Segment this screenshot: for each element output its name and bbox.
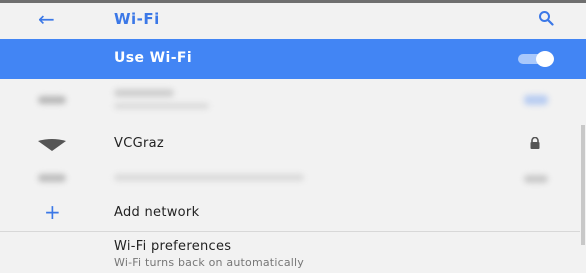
use-wifi-label: Use Wi-Fi [114, 50, 193, 66]
redacted-icon [524, 175, 548, 183]
redacted-network-row[interactable] [0, 163, 580, 199]
network-name: VCGraz [114, 136, 164, 151]
search-icon[interactable] [538, 10, 554, 30]
use-wifi-switch[interactable] [518, 51, 562, 67]
arrow-left-icon[interactable]: ← [38, 7, 55, 31]
redacted-text [114, 103, 209, 109]
wifi-signal-icon [38, 174, 66, 182]
wifi-preferences-subtitle: Wi-Fi turns back on automatically [114, 256, 304, 269]
plus-icon[interactable]: + [44, 202, 61, 222]
network-row-vcgraz[interactable]: VCGraz [0, 123, 580, 163]
wifi-signal-icon [38, 96, 66, 104]
use-wifi-toggle-row[interactable]: Use Wi-Fi [0, 39, 586, 79]
redacted-text [114, 174, 304, 181]
switch-thumb [536, 51, 554, 67]
lock-icon [530, 137, 540, 149]
divider [0, 231, 580, 232]
wifi-signal-icon [38, 139, 66, 151]
scrollbar[interactable] [581, 125, 585, 245]
app-bar: ← Wi-Fi [0, 3, 586, 39]
redacted-network-row[interactable] [0, 79, 580, 123]
add-network-label[interactable]: Add network [114, 205, 199, 220]
redacted-text [114, 89, 174, 97]
redacted-icon [524, 95, 548, 105]
wifi-preferences-title[interactable]: Wi-Fi preferences [114, 239, 231, 254]
page-title: Wi-Fi [114, 10, 160, 28]
